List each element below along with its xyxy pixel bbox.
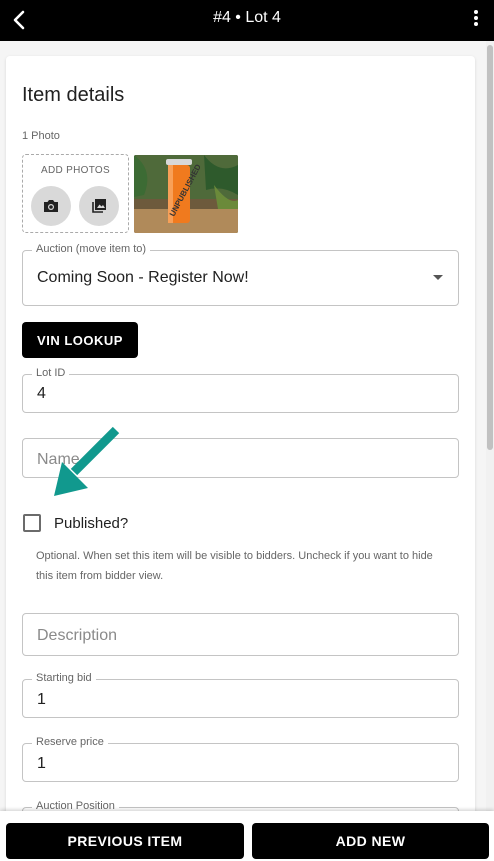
lot-id-value: 4	[37, 385, 46, 402]
reserve-price-field[interactable]: Reserve price 1	[22, 736, 459, 782]
auction-select[interactable]: Auction (move item to) Coming Soon - Reg…	[22, 243, 459, 306]
reserve-price-value: 1	[37, 755, 46, 772]
dropdown-arrow-icon	[433, 275, 443, 280]
reserve-price-label: Reserve price	[32, 736, 108, 748]
item-photo-thumbnail[interactable]: UNPUBLISHED	[134, 155, 238, 233]
starting-bid-label: Starting bid	[32, 672, 96, 684]
bottom-action-bar: PREVIOUS ITEM ADD NEW	[0, 811, 494, 861]
add-photos-box: ADD PHOTOS	[22, 154, 129, 233]
photo-library-icon	[92, 199, 106, 213]
camera-icon	[44, 200, 58, 212]
page-title: #4 • Lot 4	[213, 9, 281, 26]
scrollbar-thumb[interactable]	[487, 45, 493, 450]
lot-id-label: Lot ID	[32, 367, 70, 379]
description-placeholder: Description	[37, 627, 118, 644]
app-bar: #4 • Lot 4	[0, 0, 494, 41]
auction-select-label: Auction (move item to)	[32, 243, 151, 255]
scrollbar[interactable]	[486, 41, 494, 811]
more-vert-icon[interactable]	[466, 6, 486, 30]
description-field[interactable]: Description	[22, 613, 459, 656]
vin-lookup-button[interactable]: VIN LOOKUP	[22, 322, 138, 358]
published-help-text: Optional. When set this item will be vis…	[36, 550, 433, 582]
annotation-arrow-icon	[54, 426, 120, 496]
published-label: Published?	[54, 514, 129, 532]
published-checkbox[interactable]	[23, 514, 41, 532]
published-checkbox-row[interactable]: Published?	[22, 512, 128, 534]
section-heading: Item details	[22, 84, 125, 106]
starting-bid-value: 1	[37, 691, 46, 708]
gallery-button[interactable]	[79, 186, 119, 226]
previous-item-button[interactable]: PREVIOUS ITEM	[6, 823, 244, 859]
add-photos-label: ADD PHOTOS	[41, 165, 110, 176]
auction-select-value: Coming Soon - Register Now!	[37, 269, 249, 286]
starting-bid-field[interactable]: Starting bid 1	[22, 672, 459, 718]
camera-button[interactable]	[31, 186, 71, 226]
add-new-button[interactable]: ADD NEW	[252, 823, 489, 859]
photo-count: 1 Photo	[22, 130, 60, 142]
lot-id-field[interactable]: Lot ID 4	[22, 367, 459, 413]
